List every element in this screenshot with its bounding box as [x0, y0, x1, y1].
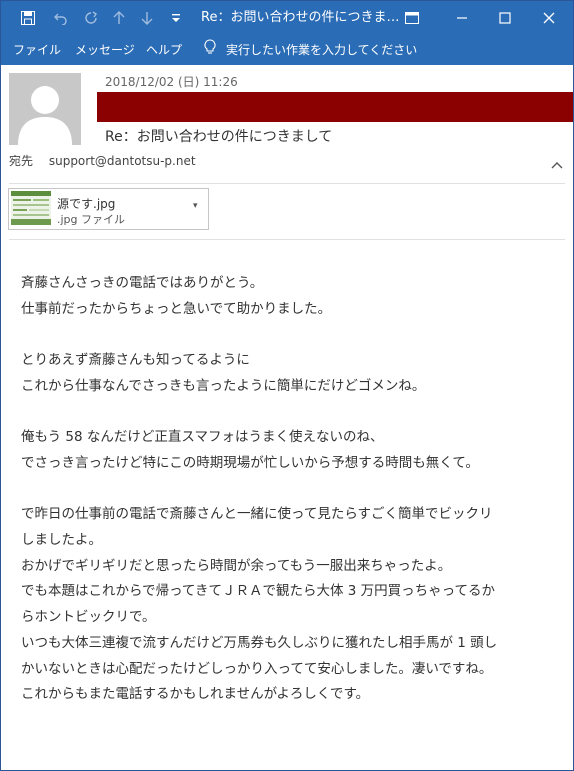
email-subject: Re：お問い合わせの件につきまして: [105, 129, 333, 145]
tell-me-text: 実行したい作業を入力してください: [226, 43, 418, 57]
attachment-type: .jpg ファイル: [57, 213, 126, 226]
maximize-icon[interactable]: [490, 1, 520, 35]
body-line: でも本題はこれからで帰ってきてＪＲＡで観たら大体 3 万円買っちゃってるか: [21, 583, 496, 600]
body-line: 斉藤さんさっきの電話ではありがとう。: [21, 275, 264, 291]
to-address[interactable]: support@dantotsu-p.net: [49, 154, 196, 168]
sender-redacted: [97, 92, 573, 122]
up-icon[interactable]: [107, 1, 131, 35]
header-divider: [9, 183, 565, 184]
menu-message[interactable]: メッセージ: [75, 35, 135, 65]
body-line: らホントビックリで。: [21, 609, 156, 626]
recipient-row: 宛先 support@dantotsu-p.net: [9, 152, 196, 169]
message-body: 斉藤さんさっきの電話ではありがとう。 仕事前だったからちょっと急いでて助かりまし…: [21, 271, 551, 708]
body-line: かいないときは心配だったけどしっかり入ってて安心しました。凄いですね。: [21, 660, 493, 677]
body-line: 仕事前だったからちょっと急いでて助かりました。: [21, 300, 332, 317]
body-line: でさっき言ったけど特にこの時期現場が忙しいから予想する時間も無くて。: [21, 454, 479, 471]
attachment-dropdown-icon[interactable]: ▾: [193, 201, 198, 211]
ribbon-display-icon[interactable]: [399, 1, 425, 35]
body-line: おかげでギリギリだと思ったら時間が余ってもう一服出来ちゃったよ。: [21, 557, 452, 574]
lightbulb-icon: [204, 36, 216, 66]
outlook-message-window: Re：お問い合わせの件につきま… ファイル メッセージ ヘルプ 実行したい作業を…: [0, 0, 574, 771]
body-line: とりあえず斎藤さんも知ってるように: [21, 352, 250, 369]
menu-help[interactable]: ヘルプ: [146, 35, 182, 65]
down-icon[interactable]: [135, 1, 159, 35]
collapse-header-icon[interactable]: [550, 158, 564, 172]
ribbon-menu: ファイル メッセージ ヘルプ 実行したい作業を入力してください: [1, 35, 573, 65]
sent-date: 2018/12/02 (日) 11:26: [105, 75, 238, 89]
title-bar: Re：お問い合わせの件につきま…: [1, 1, 573, 35]
undo-icon[interactable]: [49, 1, 73, 35]
attachment-name: 源です.jpg: [57, 197, 116, 211]
menu-file[interactable]: ファイル: [13, 35, 61, 65]
to-label: 宛先: [9, 154, 34, 168]
attachment-thumbnail: [11, 191, 51, 225]
window-title: Re：お問い合わせの件につきま…: [201, 10, 400, 25]
body-line: これからもまた電話するかもしれませんがよろしくです。: [21, 686, 370, 703]
minimize-icon[interactable]: [447, 1, 477, 35]
redo-icon[interactable]: [79, 1, 103, 35]
body-line: しましたよ。: [21, 531, 102, 548]
body-line: いつも大体三連複で流すんだけど万馬券も久しぶりに獲れたし相手馬が 1 頭し: [21, 634, 498, 651]
tell-me-search[interactable]: 実行したい作業を入力してください: [204, 35, 417, 65]
save-icon[interactable]: [15, 1, 41, 35]
body-line: 俺もう 58 なんだけど正直スマフォはうまく使えないのね、: [21, 429, 384, 446]
body-line: これから仕事なんでさっきも言ったように簡単にだけどゴメンね。: [21, 377, 426, 394]
customize-icon[interactable]: [165, 1, 187, 35]
person-icon: [18, 86, 72, 145]
body-line: で昨日の仕事前の電話で斎藤さんと一緒に使って見たらすごく簡単でビックリ: [21, 506, 493, 523]
attachment-card[interactable]: 源です.jpg .jpg ファイル ▾: [8, 188, 209, 230]
sender-avatar: [9, 73, 81, 145]
attachment-divider: [9, 239, 565, 240]
close-icon[interactable]: [534, 1, 564, 35]
